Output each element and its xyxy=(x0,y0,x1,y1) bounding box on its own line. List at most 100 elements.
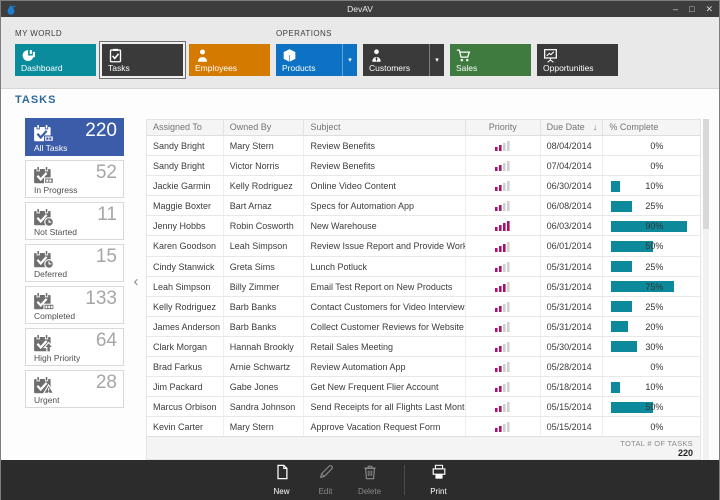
scrollbar-thumb[interactable] xyxy=(703,119,709,229)
chevron-down-icon[interactable]: ▾ xyxy=(429,44,444,76)
tile-customers[interactable]: Customers ▾ xyxy=(363,44,444,76)
minimize-button[interactable]: – xyxy=(673,1,678,17)
cell-subject: Review Issue Report and Provide Workarou… xyxy=(304,236,465,255)
table-row[interactable]: Leah Simpson Billy Zimmer Email Test Rep… xyxy=(147,277,700,297)
cell-owned-by: Victor Norris xyxy=(224,156,305,175)
collapse-sidebar-chevron-icon[interactable]: ‹ xyxy=(130,273,142,290)
task-count: 28 xyxy=(96,372,117,394)
cell-due-date: 06/08/2014 xyxy=(541,196,604,215)
table-row[interactable]: Karen Goodson Leah Simpson Review Issue … xyxy=(147,236,700,256)
table-row[interactable]: James Anderson Barb Banks Collect Custom… xyxy=(147,317,700,337)
cell-pct-complete: 75% xyxy=(603,277,700,296)
filter-label: Urgent xyxy=(34,395,60,405)
tile-employees[interactable]: Employees xyxy=(189,44,270,76)
column-header-priority[interactable]: Priority xyxy=(466,120,541,135)
progress-value: 10% xyxy=(611,382,663,392)
table-body: Sandy Bright Mary Stern Review Benefits … xyxy=(147,136,700,437)
filter-label: Completed xyxy=(34,311,75,321)
priority-bars-icon xyxy=(466,377,541,396)
cell-due-date: 06/30/2014 xyxy=(541,176,604,195)
cell-pct-complete: 25% xyxy=(603,297,700,316)
column-header-due-date[interactable]: Due Date↓ xyxy=(541,120,604,135)
column-header-assigned-to[interactable]: Assigned To xyxy=(147,120,224,135)
sidebar-item-high-priority[interactable]: 64 High Priority xyxy=(25,328,124,366)
cell-due-date: 06/03/2014 xyxy=(541,216,604,235)
sidebar-item-in-progress[interactable]: 52 In Progress xyxy=(25,160,124,198)
cell-owned-by: Hannah Brookly xyxy=(224,337,305,356)
sidebar-item-not-started[interactable]: 11 Not Started xyxy=(25,202,124,240)
table-row[interactable]: Sandy Bright Mary Stern Review Benefits … xyxy=(147,136,700,156)
cell-due-date: 08/04/2014 xyxy=(541,136,604,155)
cell-owned-by: Barb Banks xyxy=(224,317,305,336)
cell-pct-complete: 0% xyxy=(603,156,700,175)
cell-assigned-to: Clark Morgan xyxy=(147,337,224,356)
table-row[interactable]: Clark Morgan Hannah Brookly Retail Sales… xyxy=(147,337,700,357)
priority-bars-icon xyxy=(466,297,541,316)
close-button[interactable]: ✕ xyxy=(705,1,713,17)
priority-bars-icon xyxy=(466,156,541,175)
cell-subject: Online Video Content xyxy=(304,176,465,195)
maximize-button[interactable]: □ xyxy=(689,1,694,17)
table-row[interactable]: Kelly Rodriguez Barb Banks Contact Custo… xyxy=(147,297,700,317)
table-row[interactable]: Marcus Orbison Sandra Johnson Send Recei… xyxy=(147,397,700,417)
table-footer: TOTAL # OF TASKS 220 xyxy=(147,436,700,459)
product-box-icon xyxy=(282,48,297,63)
column-header-subject[interactable]: Subject xyxy=(304,120,465,135)
dashboard-icon xyxy=(21,48,36,63)
sidebar-item-completed[interactable]: 133 Completed xyxy=(25,286,124,324)
task-count: 220 xyxy=(85,120,117,142)
column-header--complete[interactable]: % Complete xyxy=(603,120,700,135)
sidebar-item-all-tasks[interactable]: 220 All Tasks xyxy=(25,118,124,156)
progress-value: 30% xyxy=(611,342,663,352)
cell-due-date: 05/31/2014 xyxy=(541,317,604,336)
tile-dashboard[interactable]: Dashboard xyxy=(15,44,96,76)
table-row[interactable]: Jenny Hobbs Robin Cosworth New Warehouse… xyxy=(147,216,700,236)
priority-bars-icon xyxy=(466,257,541,276)
table-row[interactable]: Brad Farkus Arnie Schwartz Review Automa… xyxy=(147,357,700,377)
table-row[interactable]: Maggie Boxter Bart Arnaz Specs for Autom… xyxy=(147,196,700,216)
new-button[interactable]: New xyxy=(262,464,302,496)
print-button[interactable]: Print xyxy=(419,464,459,496)
table-row[interactable]: Sandy Bright Victor Norris Review Benefi… xyxy=(147,156,700,176)
cell-subject: Send Receipts for all Flights Last Month xyxy=(304,397,465,416)
cell-assigned-to: Jenny Hobbs xyxy=(147,216,224,235)
table-row[interactable]: Kevin Carter Mary Stern Approve Vacation… xyxy=(147,417,700,437)
tile-products[interactable]: Products ▾ xyxy=(276,44,357,76)
delete-button[interactable]: Delete xyxy=(350,464,390,496)
filter-label: Not Started xyxy=(34,227,77,237)
cart-icon xyxy=(456,48,471,63)
cell-due-date: 05/30/2014 xyxy=(541,337,604,356)
vertical-scrollbar[interactable] xyxy=(703,119,709,460)
cell-owned-by: Sandra Johnson xyxy=(224,397,305,416)
cell-subject: Email Test Report on New Products xyxy=(304,277,465,296)
cell-owned-by: Leah Simpson xyxy=(224,236,305,255)
cell-subject: Review Benefits xyxy=(304,136,465,155)
titlebar[interactable]: DevAV –□✕ xyxy=(1,1,719,17)
cell-due-date: 05/31/2014 xyxy=(541,297,604,316)
table-row[interactable]: Cindy Stanwick Greta Sims Lunch Potluck … xyxy=(147,257,700,277)
priority-bars-icon xyxy=(466,417,541,436)
cell-subject: Review Benefits xyxy=(304,156,465,175)
priority-bars-icon xyxy=(466,277,541,296)
cell-due-date: 05/28/2014 xyxy=(541,357,604,376)
tile-opportunities[interactable]: Opportunities xyxy=(537,44,618,76)
progress-value: 0% xyxy=(611,362,663,372)
column-header-owned-by[interactable]: Owned By xyxy=(224,120,305,135)
tile-label: Sales xyxy=(456,63,477,73)
sidebar-item-deferred[interactable]: 15 Deferred xyxy=(25,244,124,282)
cell-assigned-to: Kevin Carter xyxy=(147,417,224,436)
tile-tasks[interactable]: Tasks xyxy=(102,44,183,76)
edit-button[interactable]: Edit xyxy=(306,464,346,496)
cell-pct-complete: 20% xyxy=(603,317,700,336)
tile-sales[interactable]: Sales xyxy=(450,44,531,76)
task-count: 133 xyxy=(85,288,117,310)
priority-bars-icon xyxy=(466,136,541,155)
sidebar-item-urgent[interactable]: 28 Urgent xyxy=(25,370,124,408)
total-tasks-label: TOTAL # OF TASKS xyxy=(147,439,693,448)
cell-assigned-to: Marcus Orbison xyxy=(147,397,224,416)
filter-label: Deferred xyxy=(34,269,67,279)
priority-bars-icon xyxy=(466,216,541,235)
table-row[interactable]: Jim Packard Gabe Jones Get New Frequent … xyxy=(147,377,700,397)
chevron-down-icon[interactable]: ▾ xyxy=(342,44,357,76)
table-row[interactable]: Jackie Garmin Kelly Rodriguez Online Vid… xyxy=(147,176,700,196)
